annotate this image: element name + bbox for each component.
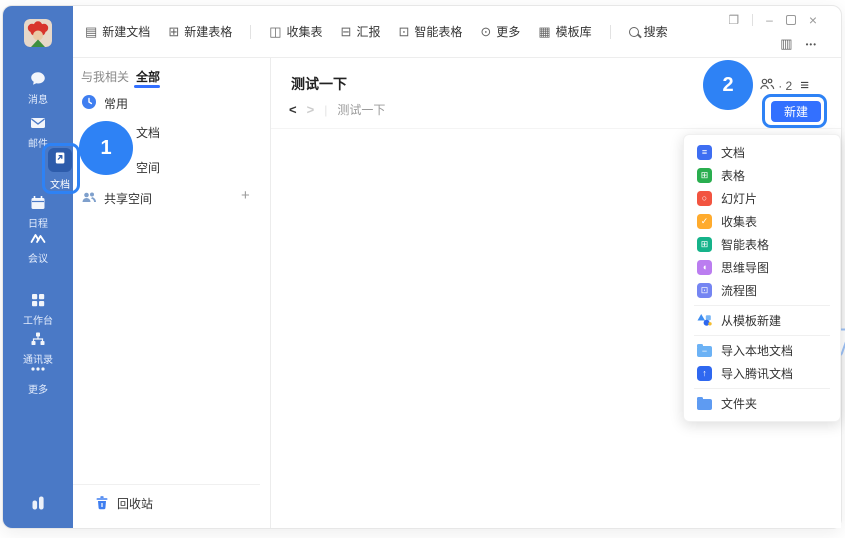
header-divider xyxy=(271,128,841,129)
doc-icon: ≡ xyxy=(697,145,712,160)
tab-related-to-me[interactable]: 与我相关 xyxy=(81,68,129,85)
list-item-shared-space[interactable]: 共享空间 xyxy=(81,189,152,208)
import-local-icon: − xyxy=(697,346,712,357)
toolbar-divider xyxy=(610,25,611,39)
close-button[interactable]: × xyxy=(809,12,817,28)
menu-item-from-template[interactable]: 从模板新建 xyxy=(684,309,840,332)
menu-item-collect-form[interactable]: ✓ 收集表 xyxy=(684,210,840,233)
clock-icon xyxy=(81,94,97,113)
list-menu-icon[interactable]: ≡ xyxy=(800,77,809,94)
members-icon xyxy=(759,76,775,95)
panel-toggle-icon[interactable]: ▥ xyxy=(780,36,792,52)
member-count[interactable]: · 2 xyxy=(759,76,792,95)
sidebar-item-calendar[interactable]: 日程 xyxy=(3,194,73,230)
sidebar-item-workbench[interactable]: 工作台 xyxy=(3,291,73,327)
more-actions-icon[interactable]: ••• xyxy=(806,40,817,49)
menu-item-flowchart[interactable]: ⊡ 流程图 xyxy=(684,279,840,302)
sidebar: 消息 邮件 文档 日程 会议 xyxy=(3,6,73,528)
sidebar-stats[interactable] xyxy=(3,492,73,510)
smart-sheet-icon: ⊞ xyxy=(697,237,712,252)
menu-divider xyxy=(694,305,830,306)
step2-badge: 2 xyxy=(703,60,753,110)
menu-item-mindmap[interactable]: ◖ 思维导图 xyxy=(684,256,840,279)
mail-icon xyxy=(3,114,73,132)
avatar[interactable] xyxy=(24,19,52,47)
new-doc-icon: ▤ xyxy=(85,24,97,40)
menu-divider xyxy=(694,335,830,336)
popout-icon[interactable]: ❐ xyxy=(728,13,739,27)
toolbar-divider xyxy=(250,25,251,39)
report-button[interactable]: ⊟ 汇报 xyxy=(341,23,381,40)
new-dropdown-menu: ≡ 文档 ⊞ 表格 ○ 幻灯片 ✓ 收集表 ⊞ 智能表格 ◖ 思维导图 ⊡ 流程… xyxy=(683,134,841,422)
menu-item-doc[interactable]: ≡ 文档 xyxy=(684,141,840,164)
minimize-button[interactable]: – xyxy=(766,13,773,27)
new-sheet-button[interactable]: ⊞ 新建表格 xyxy=(168,23,232,40)
search-button[interactable]: 搜索 xyxy=(629,23,668,40)
breadcrumb: < > | 测试一下 xyxy=(289,101,385,118)
chat-bubble-icon xyxy=(3,70,73,88)
controls-divider xyxy=(752,14,753,26)
collect-form-button[interactable]: ◫ 收集表 xyxy=(269,23,322,40)
breadcrumb-separator: | xyxy=(324,103,327,117)
smart-sheet-icon: ⊡ xyxy=(398,24,409,40)
menu-item-import-local[interactable]: − 导入本地文档 xyxy=(684,339,840,362)
header-actions: · 2 ≡ xyxy=(759,76,809,95)
bar-chart-icon xyxy=(3,492,73,510)
back-arrow[interactable]: < xyxy=(289,102,297,117)
folder-icon xyxy=(697,399,712,410)
recycle-bin[interactable]: 回收站 xyxy=(94,494,153,513)
app-window: 消息 邮件 文档 日程 会议 xyxy=(2,5,842,529)
menu-item-slides[interactable]: ○ 幻灯片 xyxy=(684,187,840,210)
list-item-my-docs[interactable]: 文档 xyxy=(136,124,160,141)
template-library-icon: ▦ xyxy=(538,24,550,40)
mindmap-icon: ◖ xyxy=(697,260,712,275)
template-shapes-icon xyxy=(697,312,712,330)
flowchart-icon: ⊡ xyxy=(697,283,712,298)
new-sheet-icon: ⊞ xyxy=(168,24,179,40)
more-circle-icon: ⊙ xyxy=(480,24,491,40)
sidebar-item-meeting[interactable]: 会议 xyxy=(3,229,73,265)
menu-item-smart-sheet[interactable]: ⊞ 智能表格 xyxy=(684,233,840,256)
grid-icon xyxy=(3,291,73,309)
maximize-button[interactable] xyxy=(786,15,796,25)
add-space-button[interactable]: + xyxy=(241,187,250,204)
menu-divider xyxy=(694,388,830,389)
list-item-space[interactable]: 空间 xyxy=(136,159,160,176)
report-icon: ⊟ xyxy=(341,24,352,40)
people-icon xyxy=(81,189,97,208)
menu-item-folder[interactable]: 文件夹 xyxy=(684,392,840,415)
ellipsis-icon xyxy=(3,360,73,378)
menu-item-import-tencent-docs[interactable]: ↑ 导入腾讯文档 xyxy=(684,362,840,385)
panel-divider xyxy=(73,484,260,485)
smart-sheet-button[interactable]: ⊡ 智能表格 xyxy=(398,23,462,40)
org-chart-icon xyxy=(3,330,73,348)
toolbar-right: ▥ ••• xyxy=(780,36,817,52)
collect-form-icon: ✓ xyxy=(697,214,712,229)
trash-icon xyxy=(94,494,110,513)
window-controls: ❐ – × xyxy=(728,12,817,28)
step1-highlight-box xyxy=(42,143,80,194)
breadcrumb-item[interactable]: 测试一下 xyxy=(337,101,385,118)
more-tools-button[interactable]: ⊙ 更多 xyxy=(480,23,520,40)
tab-all[interactable]: 全部 xyxy=(136,68,160,85)
list-item-frequent[interactable]: 常用 xyxy=(81,94,128,113)
new-doc-button[interactable]: ▤ 新建文档 xyxy=(85,23,150,40)
sidebar-item-more[interactable]: 更多 xyxy=(3,360,73,396)
import-tencent-docs-icon: ↑ xyxy=(697,366,712,381)
menu-item-sheet[interactable]: ⊞ 表格 xyxy=(684,164,840,187)
template-library-button[interactable]: ▦ 模板库 xyxy=(538,23,591,40)
step2-highlight-box xyxy=(762,94,827,128)
step1-badge: 1 xyxy=(79,121,133,175)
collect-form-icon: ◫ xyxy=(269,24,281,40)
active-tab-underline xyxy=(134,85,160,88)
forward-arrow[interactable]: > xyxy=(307,102,315,117)
meeting-icon xyxy=(3,229,73,247)
toolbar: ▤ 新建文档 ⊞ 新建表格 ◫ 收集表 ⊟ 汇报 ⊡ 智能表格 ⊙ 更多 ▦ 模… xyxy=(73,6,841,58)
sheet-icon: ⊞ xyxy=(697,168,712,183)
slides-icon: ○ xyxy=(697,191,712,206)
search-icon xyxy=(629,27,639,37)
calendar-icon xyxy=(3,194,73,212)
sidebar-item-messages[interactable]: 消息 xyxy=(3,70,73,106)
page-title: 测试一下 xyxy=(291,74,347,94)
